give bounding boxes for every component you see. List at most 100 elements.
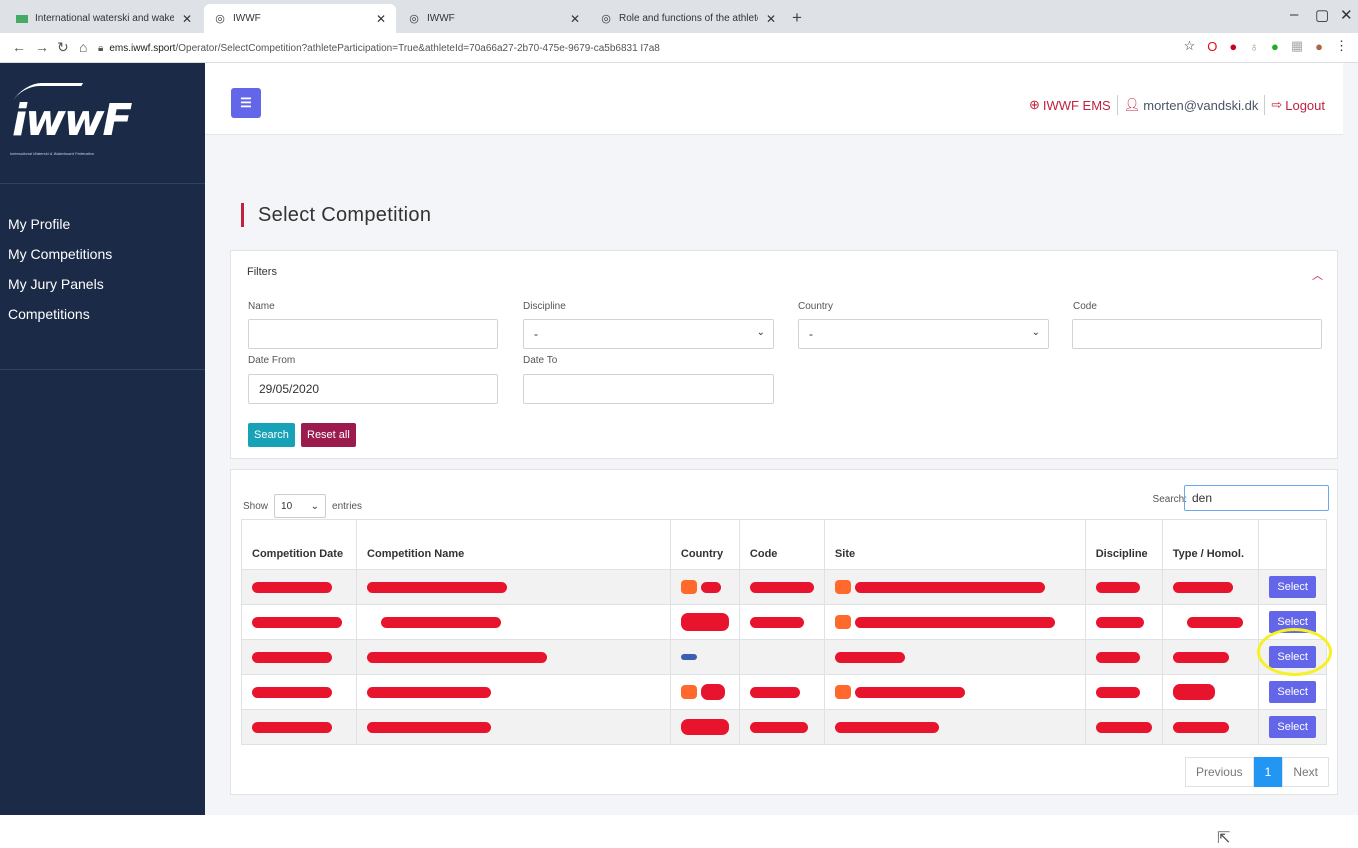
extension-grey-icon[interactable]: ▦ (1291, 38, 1303, 54)
chevron-down-icon: ⌄ (310, 500, 320, 512)
select-button[interactable]: Select (1269, 716, 1316, 738)
redacted-cell (240, 674, 358, 710)
main-content: ☰ ⊕ IWWF EMS 👤︎ morten@vandski.dk ⇨ Logo… (205, 63, 1358, 847)
sidebar-item-my-competitions[interactable]: My Competitions (0, 243, 205, 273)
star-icon[interactable]: ☆ (1184, 38, 1196, 54)
close-icon[interactable]: ✕ (570, 12, 580, 26)
user-icon: 👤︎ (1123, 97, 1141, 112)
column-header[interactable]: Competition Name (356, 519, 671, 570)
action-cell: Select (1258, 674, 1327, 710)
window-close-icon[interactable]: ✕ (1340, 6, 1353, 24)
sidebar-item-competitions[interactable]: Competitions (0, 303, 205, 333)
next-page-button[interactable]: Next (1282, 757, 1329, 787)
iwwf-logo[interactable]: iwwF International Waterski & Wakeboard … (8, 81, 188, 161)
redacted-cell (1084, 569, 1163, 605)
discipline-select[interactable]: - ⌄ (523, 319, 774, 349)
extension-shield-icon[interactable]: ♁ (1249, 39, 1259, 54)
column-header[interactable]: Site (823, 519, 1086, 570)
redacted-cell (1161, 639, 1260, 675)
close-icon[interactable]: ✕ (376, 12, 386, 26)
pagination: Previous 1 Next (1184, 757, 1329, 787)
name-input[interactable] (248, 319, 498, 349)
page-1-button[interactable]: 1 (1253, 757, 1283, 787)
mouse-cursor-icon: ⇱ (1217, 830, 1231, 847)
column-header[interactable]: Discipline (1084, 519, 1163, 570)
extension-red-icon[interactable]: ● (1229, 39, 1237, 54)
page-title: Select Competition (241, 203, 431, 227)
back-icon[interactable]: ← (12, 39, 26, 55)
user-link[interactable]: 👤︎ morten@vandski.dk (1118, 97, 1265, 113)
browser-menu-icon[interactable]: ⋮ (1335, 38, 1348, 54)
new-tab-button[interactable]: + (792, 8, 802, 28)
redacted-cell (1161, 674, 1260, 710)
previous-page-button[interactable]: Previous (1184, 757, 1254, 787)
date-from-input[interactable]: 29/05/2020 (248, 374, 498, 404)
code-input[interactable] (1072, 319, 1322, 349)
chevron-up-icon[interactable]: ︿ (1312, 267, 1323, 283)
logout-label: Logout (1285, 97, 1325, 113)
forward-icon[interactable]: → (35, 39, 49, 55)
table-row: Select (240, 674, 1327, 710)
select-button[interactable]: Select (1269, 681, 1316, 703)
redacted-cell (1084, 674, 1163, 710)
competitions-table: Competition Date Competition Name Countr… (240, 519, 1327, 745)
column-header[interactable]: Type / Homol. (1161, 519, 1260, 570)
logout-icon: ⇨ (1271, 97, 1283, 112)
maximize-icon[interactable]: ▢ (1315, 6, 1329, 24)
evernote-icon[interactable]: ● (1271, 39, 1279, 54)
date-to-input[interactable] (523, 374, 774, 404)
close-icon[interactable]: ✕ (182, 12, 192, 26)
close-icon[interactable]: ✕ (766, 12, 776, 26)
redacted-cell (823, 639, 1086, 675)
opera-icon[interactable]: O (1207, 39, 1217, 54)
redacted-cell (823, 674, 1086, 710)
name-label: Name (248, 301, 275, 312)
ems-label: IWWF EMS (1042, 97, 1111, 113)
highlight-circle-annotation (1257, 628, 1332, 676)
redacted-cell (823, 709, 1086, 745)
page-length-select[interactable]: 10 ⌄ (274, 494, 327, 518)
sidebar-item-my-profile[interactable]: My Profile (0, 213, 205, 243)
search-button[interactable]: Search (248, 423, 295, 447)
column-header[interactable]: Code (738, 519, 825, 570)
browser-tab-4[interactable]: ◎ Role and functions of the athlete ✕ (590, 4, 786, 33)
ems-link[interactable]: ⊕ IWWF EMS (1023, 97, 1117, 113)
table-search-input[interactable]: den (1184, 485, 1329, 511)
minimize-icon[interactable]: – (1290, 6, 1298, 23)
redacted-cell (738, 604, 825, 640)
sidebar: iwwF International Waterski & Wakeboard … (0, 63, 205, 815)
table-row: Select (240, 569, 1327, 605)
user-email: morten@vandski.dk (1143, 97, 1259, 113)
table-search-label: Search: (1152, 494, 1187, 505)
reload-icon[interactable]: ↻ (57, 39, 69, 56)
title-accent-bar (241, 203, 244, 227)
column-header[interactable]: Competition Date (240, 519, 358, 570)
redacted-cell (356, 639, 671, 675)
column-header[interactable]: Country (669, 519, 740, 570)
sidebar-item-my-jury-panels[interactable]: My Jury Panels (0, 273, 205, 303)
profile-avatar-icon[interactable]: ● (1315, 39, 1323, 54)
redacted-cell (1084, 604, 1163, 640)
redacted-cell (1084, 709, 1163, 745)
url-field[interactable]: 🔒︎ ems.iwwf.sport /Operator/SelectCompet… (98, 37, 918, 59)
redacted-cell (240, 604, 358, 640)
select-button[interactable]: Select (1269, 576, 1316, 598)
country-select[interactable]: - ⌄ (798, 319, 1049, 349)
redacted-cell (738, 639, 825, 675)
redacted-cell (1161, 604, 1260, 640)
menu-toggle-button[interactable]: ☰ (231, 88, 261, 118)
results-card: Show 10 ⌄ entries Search: den Competitio… (230, 469, 1338, 795)
browser-tab-2[interactable]: ◎ IWWF ✕ (204, 4, 396, 33)
tab-label: IWWF (233, 13, 261, 24)
home-icon[interactable]: ⌂ (79, 39, 87, 55)
redacted-cell (669, 709, 740, 745)
browser-tab-3[interactable]: ◎ IWWF ✕ (398, 4, 590, 33)
logout-link[interactable]: ⇨ Logout (1265, 97, 1331, 113)
show-label: Show (243, 500, 269, 512)
sidebar-divider (0, 183, 205, 184)
reset-all-button[interactable]: Reset all (301, 423, 356, 447)
redacted-cell (356, 674, 671, 710)
tab-label: Role and functions of the athlete (619, 13, 758, 24)
browser-tab-1[interactable]: International waterski and wakeb ✕ (6, 4, 202, 33)
redacted-cell (240, 639, 358, 675)
